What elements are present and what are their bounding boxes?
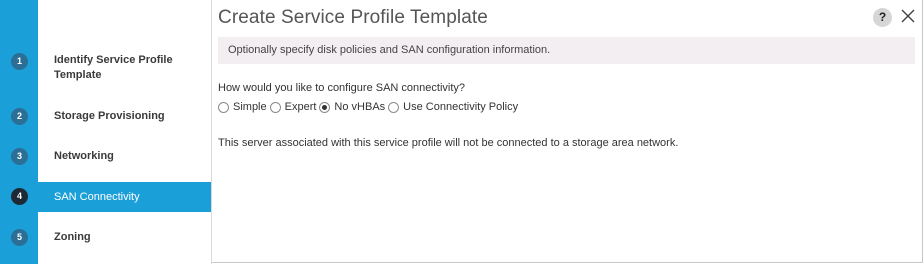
step-number-5: 5	[11, 229, 28, 246]
step-label: Zoning	[54, 231, 91, 243]
dialog-title: Create Service Profile Template	[218, 7, 488, 28]
option-simple[interactable]: Simple	[218, 101, 267, 113]
help-icon[interactable]: ?	[873, 8, 892, 27]
step-label: Identify Service Profile Template	[54, 54, 173, 81]
option-label: Expert	[284, 101, 317, 113]
info-banner: Optionally specify disk policies and SAN…	[218, 37, 915, 64]
radio-connectivity-policy[interactable]	[388, 101, 400, 113]
wizard-rail	[0, 0, 38, 264]
step-number-2: 2	[11, 108, 28, 125]
radio-simple[interactable]	[218, 101, 229, 113]
san-question: How would you like to configure SAN conn…	[218, 82, 466, 94]
option-no-vhbas[interactable]: No vHBAs	[319, 101, 385, 113]
option-label: Simple	[233, 101, 267, 113]
step-label: SAN Connectivity	[54, 191, 140, 203]
step-number-3: 3	[11, 148, 28, 165]
option-label: No vHBAs	[334, 101, 386, 113]
step-label: Networking	[54, 150, 114, 162]
close-icon-glyph	[901, 9, 915, 23]
option-label: Use Connectivity Policy	[403, 101, 519, 113]
radio-no-vhbas[interactable]	[319, 101, 331, 113]
close-icon[interactable]	[899, 7, 917, 25]
wizard-sidebar	[38, 0, 212, 264]
step-number-4: 4	[11, 188, 28, 205]
san-status-message: This server associated with this service…	[218, 137, 679, 149]
option-connectivity-policy[interactable]: Use Connectivity Policy	[388, 101, 518, 113]
radio-expert[interactable]	[269, 101, 281, 113]
active-step-highlight[interactable]: SAN Connectivity	[38, 182, 211, 212]
step-number-1: 1	[11, 53, 28, 70]
option-expert[interactable]: Expert	[269, 101, 317, 113]
san-option-group: Simple Expert No vHBAs Use Connectivity …	[218, 101, 521, 113]
step-label: Storage Provisioning	[54, 110, 165, 122]
